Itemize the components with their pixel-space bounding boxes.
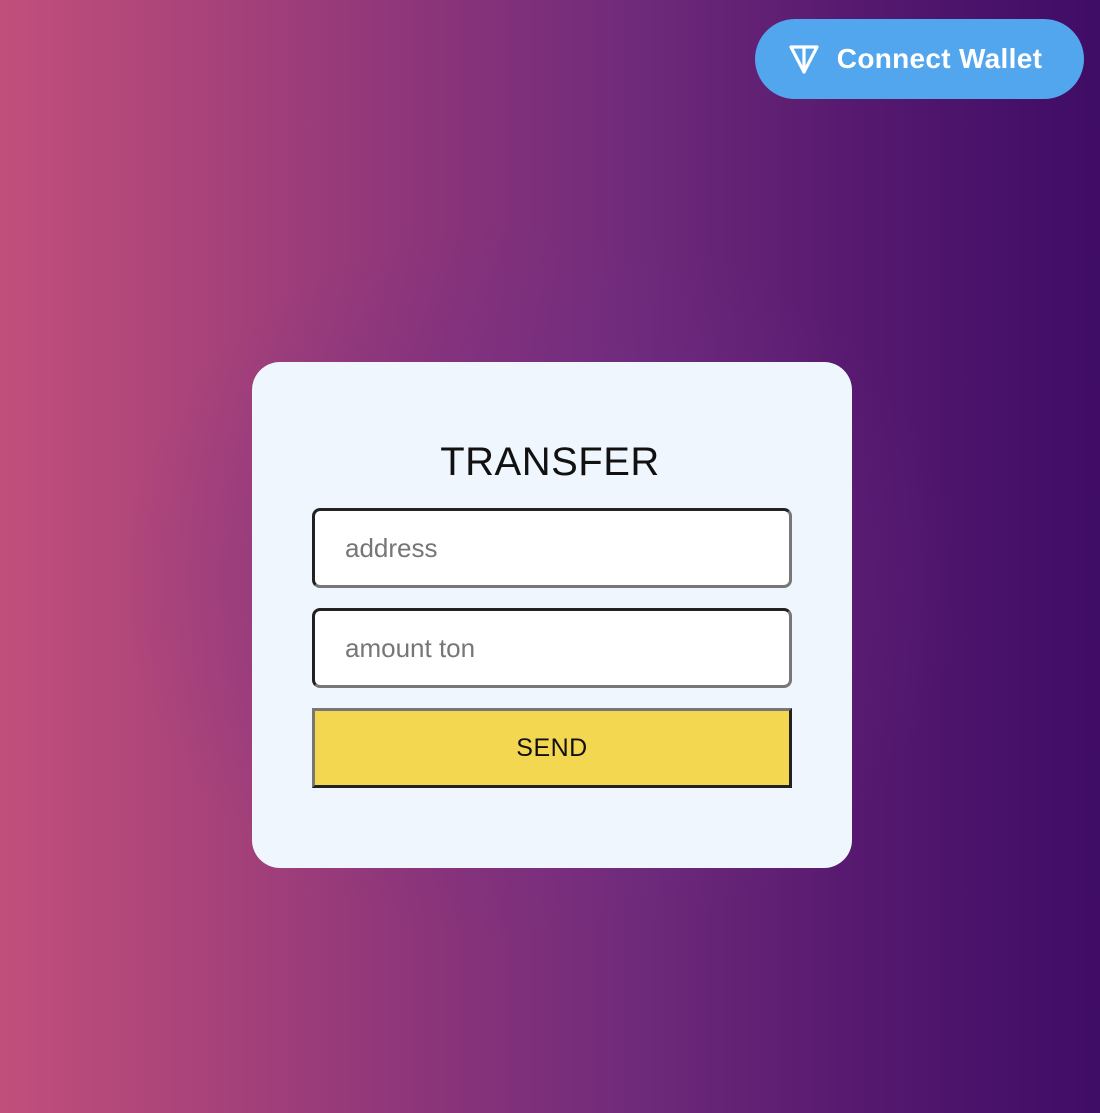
amount-input[interactable] xyxy=(312,608,792,688)
ton-logo-icon xyxy=(787,42,821,76)
transfer-title: TRANSFER xyxy=(440,440,660,484)
connect-wallet-label: Connect Wallet xyxy=(836,43,1043,74)
connect-wallet-button[interactable]: Connect Wallet xyxy=(755,19,1084,99)
address-input[interactable] xyxy=(312,508,792,588)
send-button[interactable]: SEND xyxy=(312,708,792,788)
